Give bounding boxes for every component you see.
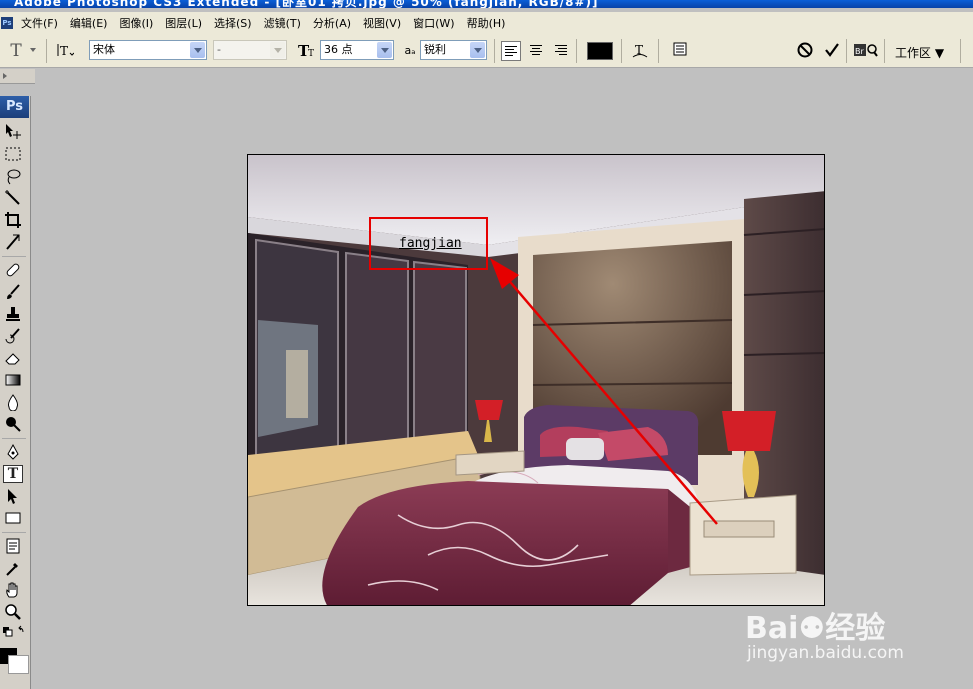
- watermark-url: jingyan.baidu.com: [747, 643, 904, 663]
- baidu-jingyan-watermark: Bai⚉经验 jingyan.baidu.com: [745, 583, 973, 689]
- watermark-logo-text: Bai⚉经验: [745, 611, 886, 646]
